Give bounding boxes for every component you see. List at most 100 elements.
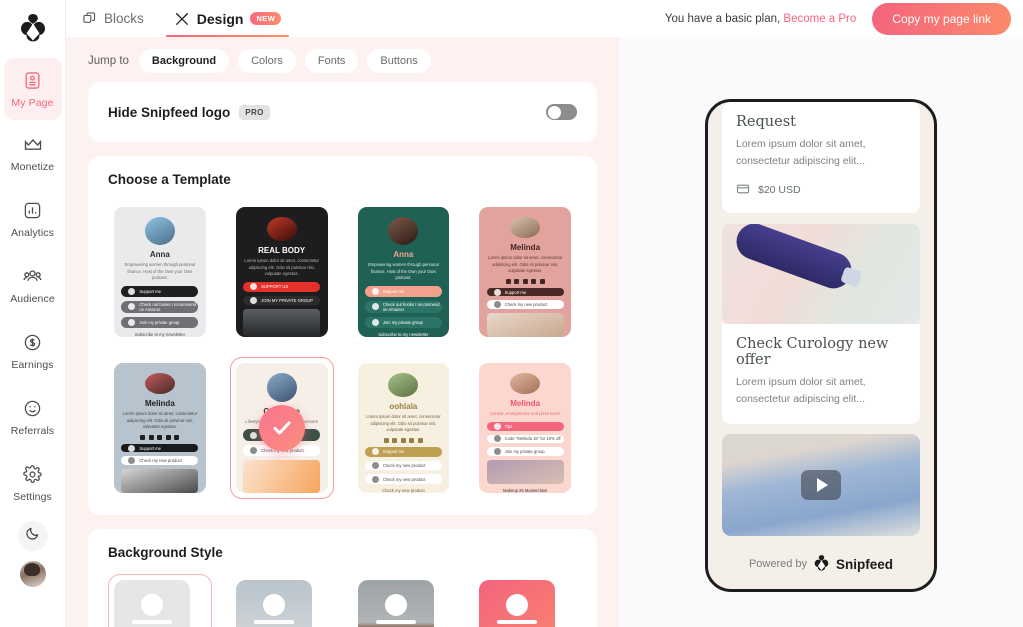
template-social-icons bbox=[505, 278, 545, 284]
template-social-icons bbox=[140, 434, 180, 440]
swatch-text-line bbox=[253, 620, 294, 624]
template-secondary-button: Code "Melinda 15" for 10% off bbox=[486, 434, 564, 444]
choose-template-card: Choose a Template Anna Empowering women t… bbox=[88, 156, 597, 515]
background-style-option-gradient-gray[interactable] bbox=[230, 574, 334, 627]
template-social-icons bbox=[383, 437, 423, 443]
template-bio: Empowering women through personal financ… bbox=[368, 262, 439, 281]
swatch-avatar bbox=[384, 594, 407, 616]
sidebar-item-label: Earnings bbox=[11, 358, 54, 371]
become-a-pro-link[interactable]: Become a Pro bbox=[783, 13, 856, 25]
tab-label: Design bbox=[196, 10, 244, 27]
curology-image[interactable] bbox=[722, 223, 920, 324]
sidebar-item-referrals[interactable]: Referrals bbox=[0, 384, 66, 450]
background-style-grid bbox=[108, 574, 577, 627]
snipfeed-clover-logo bbox=[814, 554, 829, 574]
social-icon bbox=[383, 437, 389, 443]
template-newsletter-text: Subscribe to my newsletter bbox=[134, 331, 186, 337]
button-label: Check out books I recommend on Amazon bbox=[382, 301, 440, 312]
preview-block-offer[interactable]: Check Curology new offer Lorem ipsum dol… bbox=[722, 323, 920, 425]
background-style-option-image-brown[interactable] bbox=[352, 574, 456, 627]
template-photo bbox=[243, 309, 321, 337]
app-root: My Page Monetize Analytics Audience Earn… bbox=[0, 0, 1023, 627]
sidebar-item-label: Analytics bbox=[11, 226, 54, 239]
social-icon bbox=[165, 434, 171, 440]
template-card-oliviarae-5[interactable]: OliviaRaeLifestyle, fashion and self imp… bbox=[229, 357, 334, 499]
button-label: Join my private group bbox=[139, 319, 180, 325]
dark-mode-toggle[interactable] bbox=[17, 521, 48, 551]
sidebar-item-settings[interactable]: Settings bbox=[0, 450, 66, 516]
preview-block-video[interactable] bbox=[722, 434, 920, 537]
preview-block-request[interactable]: Request Lorem ipsum dolor sit amet, cons… bbox=[722, 102, 920, 213]
moon-icon bbox=[25, 526, 40, 546]
sidebar-item-label: Referrals bbox=[10, 424, 55, 437]
template-card-real-body-1[interactable]: REAL BODY Lorem ipsum dolor sit amet, con… bbox=[230, 201, 334, 343]
template-card-oohlala-6[interactable]: oohlala Lorem ipsum dolor sit amet, conse… bbox=[352, 357, 456, 499]
copy-page-link-button[interactable]: Copy my page link bbox=[872, 2, 1011, 35]
social-icon bbox=[400, 437, 406, 443]
swatch-text-line bbox=[497, 620, 538, 624]
social-icon bbox=[539, 278, 545, 284]
jump-chip-background[interactable]: Background bbox=[138, 49, 230, 73]
template-card-melinda-4[interactable]: Melinda Lorem ipsum dolor sit amet, conse… bbox=[108, 357, 212, 499]
sidebar-item-earnings[interactable]: Earnings bbox=[0, 318, 66, 384]
background-style-preview bbox=[114, 580, 190, 627]
button-label: SUPPORT US bbox=[261, 284, 289, 290]
template-card-anna-0[interactable]: Anna Empowering women through personal fi… bbox=[108, 201, 212, 343]
template-preview: Anna Empowering women through personal fi… bbox=[357, 207, 450, 337]
sidebar-item-my-page[interactable]: My Page bbox=[3, 58, 62, 120]
template-card-melinda-3[interactable]: Melinda Lorem ipsum dolor sit amet, conse… bbox=[473, 201, 577, 343]
sidebar-item-label: My Page bbox=[11, 96, 54, 109]
phone-frame: Request Lorem ipsum dolor sit amet, cons… bbox=[705, 99, 937, 592]
workspace: Jump to Background Colors Fonts Buttons … bbox=[66, 37, 1023, 627]
template-avatar bbox=[510, 373, 541, 395]
avatar[interactable] bbox=[19, 561, 46, 587]
button-label: Support me bbox=[382, 449, 405, 455]
sidebar-item-audience[interactable]: Audience bbox=[0, 252, 66, 318]
button-icon bbox=[128, 318, 136, 326]
jump-chip-fonts[interactable]: Fonts bbox=[304, 49, 359, 73]
background-style-option-flat-light[interactable] bbox=[108, 574, 212, 627]
template-card-melinda-7[interactable]: Melinda Creator, entrepreneur and pizza l… bbox=[473, 357, 577, 499]
template-creator-name: REAL BODY bbox=[258, 246, 306, 256]
request-price: $20 USD bbox=[758, 184, 801, 197]
sidebar-item-monetize[interactable]: Monetize bbox=[0, 120, 66, 186]
template-card-anna-2[interactable]: Anna Empowering women through personal fi… bbox=[352, 201, 456, 343]
background-style-preview bbox=[357, 580, 434, 627]
tube-shape bbox=[731, 223, 857, 294]
template-preview: Melinda Lorem ipsum dolor sit amet, conse… bbox=[479, 207, 571, 337]
play-icon[interactable] bbox=[801, 470, 841, 501]
template-preview: REAL BODY Lorem ipsum dolor sit amet, con… bbox=[235, 207, 328, 337]
background-style-option-gradient-pink[interactable] bbox=[473, 574, 577, 627]
template-newsletter-text: Subscribe to my newsletter bbox=[378, 331, 429, 337]
button-icon bbox=[371, 288, 379, 296]
template-avatar bbox=[144, 373, 175, 395]
sidebar-item-analytics[interactable]: Analytics bbox=[0, 186, 66, 252]
selected-check-badge bbox=[258, 405, 305, 451]
swatch-text-line bbox=[132, 620, 172, 624]
bar-chart-icon bbox=[22, 200, 44, 222]
request-price-row: $20 USD bbox=[736, 182, 906, 199]
card-icon bbox=[736, 182, 750, 199]
powered-by-brand: Snipfeed bbox=[836, 556, 894, 572]
request-title: Request bbox=[736, 114, 796, 130]
tab-design[interactable]: Design NEW bbox=[165, 0, 290, 37]
button-icon bbox=[371, 303, 379, 311]
swatch-text-line bbox=[375, 620, 416, 624]
jump-to-label: Jump to bbox=[88, 55, 129, 67]
template-newsletter-text: Makeup 25 Masterclass bbox=[503, 488, 548, 493]
template-primary-button: SUPPORT US bbox=[243, 281, 321, 292]
editor-panels: Hide Snipfeed logo PRO Choose a Template… bbox=[66, 82, 619, 627]
tab-blocks[interactable]: Blocks bbox=[80, 0, 146, 37]
template-photo bbox=[243, 460, 321, 493]
template-avatar bbox=[388, 217, 419, 246]
sidebar-item-label: Settings bbox=[13, 490, 52, 503]
snipfeed-clover-logo[interactable] bbox=[16, 10, 50, 44]
hide-logo-toggle[interactable] bbox=[546, 104, 577, 120]
smiley-icon bbox=[22, 398, 44, 420]
jump-chip-buttons[interactable]: Buttons bbox=[367, 49, 431, 73]
jump-chip-colors[interactable]: Colors bbox=[238, 49, 296, 73]
template-secondary-button: Check out books I recommend on Amazon bbox=[364, 301, 442, 313]
background-style-title: Background Style bbox=[108, 545, 223, 560]
template-creator-name: Anna bbox=[149, 250, 170, 260]
template-primary-button: Support me bbox=[121, 285, 199, 298]
